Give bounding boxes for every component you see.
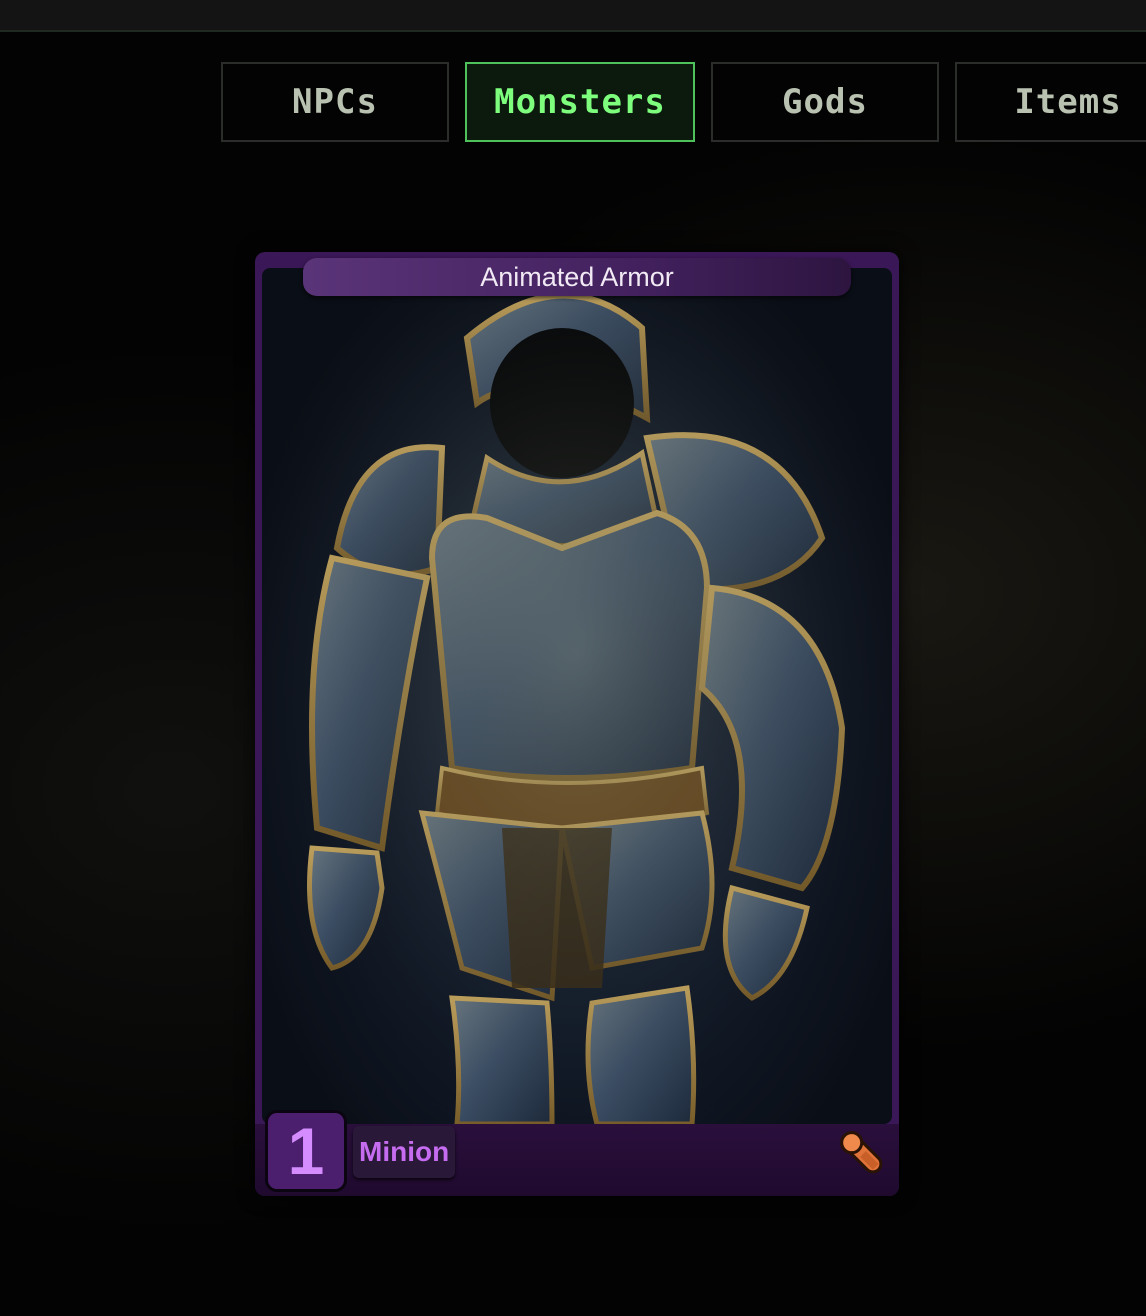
card-footer [255,1124,899,1196]
tab-npcs[interactable]: NPCs [221,62,449,142]
category-tabs: NPCs Monsters Gods Items [221,62,1146,142]
armor-illustration [262,268,892,1124]
tab-monsters[interactable]: Monsters [465,62,695,142]
tab-gods[interactable]: Gods [711,62,939,142]
monster-card[interactable]: Animated Armor 1 Minion [255,252,899,1196]
top-bar [0,0,1146,32]
page: NPCs Monsters Gods Items Animated Armor … [0,0,1146,1316]
tab-items[interactable]: Items [955,62,1146,142]
type-tag: Minion [353,1126,456,1178]
card-art [262,268,892,1124]
pin-icon[interactable] [835,1124,891,1184]
card-title: Animated Armor [303,258,851,296]
level-badge: 1 [265,1110,347,1192]
